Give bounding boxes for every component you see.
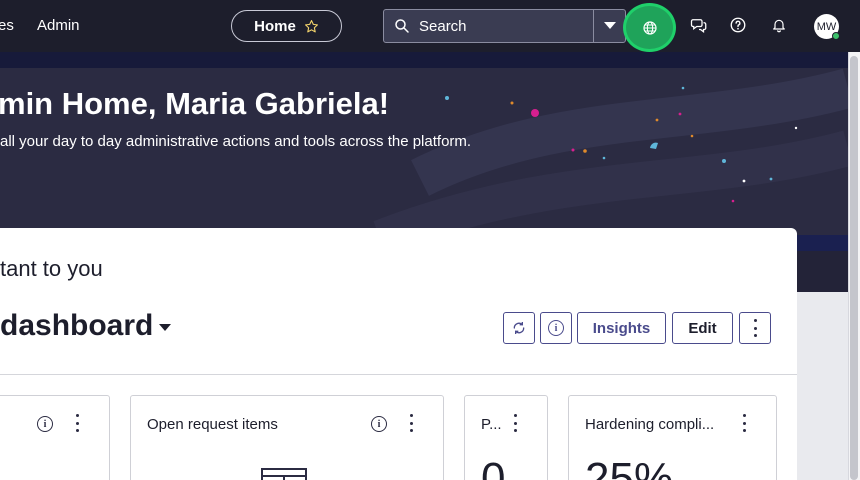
presence-indicator: [832, 32, 840, 40]
hero-subtitle: all your day to day administrative actio…: [0, 133, 472, 150]
info-icon[interactable]: i: [371, 416, 387, 432]
search-icon: [395, 19, 409, 33]
chat-icon: [690, 19, 707, 34]
widget-value: 25%: [585, 454, 674, 480]
section-title: tant to you: [0, 256, 103, 281]
chat-button[interactable]: [688, 14, 710, 36]
widget-title: Open request items: [147, 416, 278, 433]
more-vertical-icon[interactable]: [741, 414, 747, 432]
star-icon[interactable]: [304, 19, 319, 34]
widget-p[interactable]: P... 0: [464, 395, 548, 480]
refresh-button[interactable]: [503, 312, 535, 344]
widget-value: 0: [481, 454, 506, 480]
more-vertical-icon: [752, 319, 758, 337]
info-icon[interactable]: i: [37, 416, 53, 432]
dashboard-title[interactable]: dashboard: [0, 309, 153, 343]
language-globe-button[interactable]: [623, 3, 676, 52]
more-vertical-icon[interactable]: [74, 414, 80, 432]
help-button[interactable]: [727, 14, 749, 36]
bell-icon: [773, 19, 785, 33]
search-input[interactable]: Search: [419, 18, 593, 35]
global-search[interactable]: Search: [383, 9, 626, 43]
info-button[interactable]: i: [540, 312, 572, 344]
caret-down-icon: [603, 22, 616, 29]
user-avatar[interactable]: MW: [814, 14, 840, 40]
widget-title: P...: [481, 416, 502, 433]
hero-band-accent: [790, 235, 848, 251]
more-options-button[interactable]: [739, 312, 771, 344]
widget-open-request-items[interactable]: Open request items i: [130, 395, 444, 480]
search-scope-dropdown[interactable]: [593, 10, 625, 42]
home-button[interactable]: Home: [231, 10, 342, 42]
help-icon: [730, 17, 746, 33]
empty-state-icon: [261, 468, 307, 480]
insights-button[interactable]: Insights: [577, 312, 666, 344]
top-navigation-bar: es Admin Home Search MW: [0, 0, 860, 52]
more-vertical-icon[interactable]: [512, 414, 518, 432]
edit-button[interactable]: Edit: [672, 312, 733, 344]
page-scrollbar-thumb[interactable]: [850, 56, 858, 480]
caret-down-icon[interactable]: [159, 324, 171, 331]
hero-top-strip: [0, 52, 848, 68]
globe-icon: [642, 20, 657, 35]
more-vertical-icon[interactable]: [408, 414, 414, 432]
avatar-initials: MW: [816, 20, 837, 33]
hero-title: min Home, Maria Gabriela!: [0, 86, 390, 121]
nav-item-partial[interactable]: es: [0, 17, 14, 34]
widget-card[interactable]: i: [0, 395, 110, 480]
refresh-icon: [513, 322, 525, 334]
nav-item-admin[interactable]: Admin: [37, 17, 80, 34]
info-icon: i: [548, 320, 564, 336]
widget-title: Hardening compli...: [585, 416, 715, 433]
card-divider: [0, 374, 797, 375]
notifications-button[interactable]: [768, 14, 790, 36]
widget-hardening-compliance[interactable]: Hardening compli... 25%: [568, 395, 777, 480]
home-label: Home: [254, 17, 296, 35]
